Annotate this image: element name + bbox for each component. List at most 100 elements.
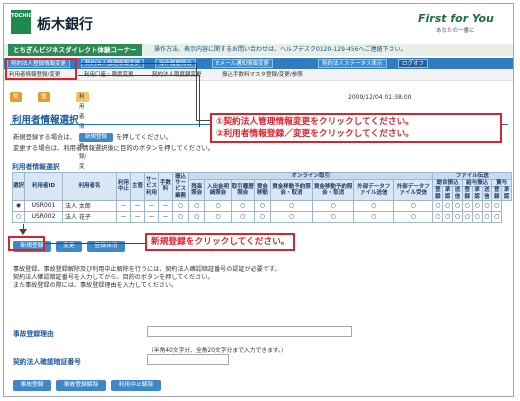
pin-label: 契約法人確認暗証番号: [13, 358, 81, 366]
suspension-release-button[interactable]: 利用中止解除: [111, 380, 161, 391]
row-cell: ○: [353, 199, 394, 212]
notice-line-2: 契約法人確認暗証番号を入力してから、目的のボタンを押してください。: [13, 274, 214, 281]
row-cell: ○: [392, 210, 434, 223]
col-user-name: 利用者名: [62, 172, 117, 201]
callout-1-line-2: ②利用者情報登録／変更をクリックしてください。: [216, 129, 414, 139]
intro-line-2: 変更する場合は、利用者情報選択後に目的のボタンを押してください。: [13, 145, 215, 152]
col-master: 主管: [130, 172, 145, 201]
row-cell: ○: [311, 210, 355, 223]
highlight-new-button: [8, 236, 45, 251]
brand-subtitle: あなたの一番に: [436, 28, 475, 34]
row-cell: ○: [481, 199, 493, 212]
row-cell: ○: [491, 199, 503, 212]
col-file-8: 承認: [501, 186, 512, 201]
row-cell: －: [158, 199, 173, 212]
row-cell: ○: [491, 210, 503, 223]
subnav-fee-master[interactable]: 振込手数料マスタ登録/変更/参照: [222, 71, 303, 80]
intro-new-button[interactable]: 新規登録: [78, 132, 113, 142]
row-cell: －: [144, 210, 159, 223]
col-statement: 入出金明細照会: [204, 179, 232, 201]
section-title: 利用者情報選択: [12, 163, 60, 171]
row-cell: ○: [392, 199, 434, 212]
group-bonus: 賞与: [491, 179, 512, 188]
row-cell: ○: [204, 199, 232, 212]
nav-logoff[interactable]: ログオフ: [398, 59, 429, 68]
logo-text: TOCHIGIN: [11, 13, 39, 19]
user-table: 選択 利用者ID 利用者名 利用中止 主管 サービス利用 手数料 振込サービス業…: [12, 171, 512, 223]
connector-line: [78, 75, 200, 76]
row-cell: ○: [461, 199, 473, 212]
browser-frame: TOCHIGIN 栃木銀行 First for You あなたの一番に とちぎん…: [3, 3, 514, 397]
row-cell: －: [116, 210, 131, 223]
col-reserve-a: 資金移動予約照会・取消: [270, 179, 313, 201]
intro-line-1: 新規登録する場合は、 新規登録 を押してください。: [13, 132, 172, 142]
arrow-down-icon: [19, 229, 27, 235]
col-user-id: 利用者ID: [24, 172, 63, 201]
nav-email-notification[interactable]: Eメール通知情報変更: [212, 59, 273, 68]
connector-line: [196, 63, 197, 120]
reason-input[interactable]: [147, 326, 352, 337]
row-cell: ○: [270, 210, 313, 223]
intro-text-pre: 新規登録する場合は、: [13, 134, 76, 141]
col-select: 選択: [12, 172, 25, 201]
row-user-name: 法人 花子: [62, 210, 117, 223]
col-ext-send: 外部データファイル送信: [353, 179, 394, 201]
table-row[interactable]: ◉ USR001 法人 太郎 － － － － ○ ○ ○ ○ ○ ○ ○ ○ ○…: [12, 199, 512, 212]
row-cell: ○: [442, 210, 454, 223]
incident-release-button[interactable]: 事故登録解除: [56, 380, 106, 391]
notice-text: 事故登録、事故登録解除及び利用中止解除を行うには、契約法人確認暗証番号の認証が必…: [13, 266, 463, 290]
row-cell: ○: [442, 199, 454, 212]
bank-logo: TOCHIGIN: [11, 10, 39, 34]
incident-register-button[interactable]: 事故登録: [13, 380, 51, 391]
row-radio[interactable]: ○: [12, 210, 25, 223]
row-cell: ○: [481, 210, 493, 223]
col-file-3: 送信: [452, 186, 463, 201]
current-datetime: 2009/12/04 01:38:00: [348, 94, 412, 101]
row-cell: ○: [253, 210, 272, 223]
instruction-callout-1: ①契約法人管理情報変更をクリックしてください。 ②利用者情報登録／変更をクリック…: [210, 113, 502, 143]
row-cell: ○: [172, 199, 189, 212]
nav-corp-status[interactable]: 契約法人ステータス表示: [318, 59, 387, 68]
row-cell: ○: [253, 199, 272, 212]
row-cell: ○: [432, 199, 444, 212]
bank-name: 栃木銀行: [37, 17, 93, 33]
tab-admin[interactable]: 管理者情報: [38, 92, 50, 140]
intro-text-post: を押してください。: [115, 134, 173, 141]
col-file-2: 承認: [442, 186, 454, 201]
table-row[interactable]: ○ USR002 法人 花子 － － － － ○ ○ ○ ○ ○ ○ ○ ○ ○…: [12, 210, 512, 223]
reason-label: 事故登録理由: [13, 330, 54, 338]
pin-input[interactable]: [147, 354, 229, 365]
col-service: サービス利用: [144, 172, 159, 201]
col-fee: 手数料: [158, 172, 173, 201]
row-cell: ○: [452, 199, 463, 212]
col-ext-recv: 外部データファイル受信: [392, 179, 434, 201]
row-cell: ○: [353, 210, 394, 223]
row-radio[interactable]: ◉: [12, 199, 25, 212]
notice-line-1: 事故登録、事故登録解除及び利用中止解除を行うには、契約法人確認暗証番号の認証が必…: [13, 266, 281, 273]
service-name: とちぎんビジネスダイレクト体験コーナー: [8, 44, 142, 56]
tab-corp[interactable]: 契約法人: [10, 92, 22, 130]
tab-user-info[interactable]: 利用者情報登録/変更: [76, 92, 90, 180]
row-cell: －: [130, 210, 145, 223]
col-admin-service: 振込サービス業務: [172, 172, 189, 201]
row-cell: ○: [471, 199, 483, 212]
connector-line: [81, 63, 197, 64]
row-cell: －: [130, 199, 145, 212]
col-file-6: 送信: [481, 186, 493, 201]
group-general-transfer: 総合振込: [432, 179, 463, 188]
row-cell: ○: [452, 210, 463, 223]
group-file: ファイル伝送: [432, 171, 512, 181]
reason-hint: （半角40文字分、全角20文字分まで入力できます。）: [148, 348, 287, 354]
col-stop: 利用中止: [116, 172, 131, 201]
brand-slogan: First for You: [418, 12, 494, 25]
col-transfer: 資金移動: [253, 179, 272, 201]
col-file-5: 承認: [471, 186, 483, 201]
group-salary-transfer: 給与振込: [461, 179, 493, 188]
row-cell: ○: [230, 199, 255, 212]
connector-line: [45, 243, 145, 244]
group-online: オンライン取引: [187, 171, 434, 181]
row-cell: ○: [230, 210, 255, 223]
col-file-7: 登録: [491, 186, 503, 201]
helpdesk-text: 操作方法、表示内容に関するお問い合わせは、ヘルプデスク0120-129-456へ…: [154, 46, 407, 53]
site-header: TOCHIGIN 栃木銀行 First for You あなたの一番に: [4, 4, 513, 42]
